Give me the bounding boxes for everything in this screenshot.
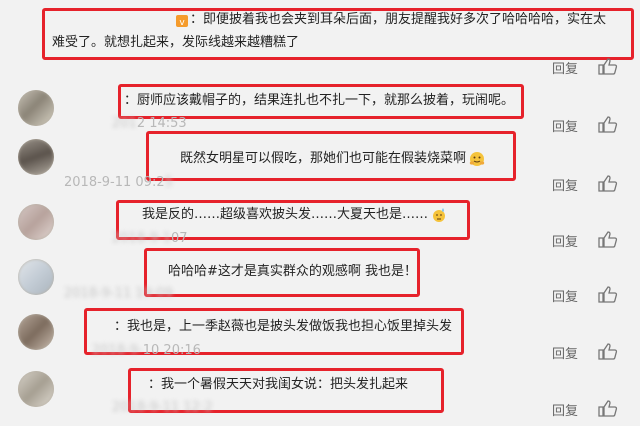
- comment-item: ：我一个暑假天天对我闺女说：把头发扎起来 2018-9-11 12:2 回复: [0, 368, 640, 426]
- avatar[interactable]: [18, 139, 54, 175]
- comment-text: ：我也是，上一季赵薇也是披头发做饭我也担心饭里掉头发: [114, 319, 453, 334]
- avatar[interactable]: [18, 371, 54, 407]
- comment-text: 我是反的……超级喜欢披头发……大夏天也是……: [142, 205, 447, 225]
- comment-text: v ：即便披着我也会夹到耳朵后面，朋友提醒我好多次了哈哈哈哈，实在太: [176, 10, 606, 30]
- sweat-face-icon: [431, 207, 447, 223]
- comment-item: 我是反的……超级喜欢披头发……大夏天也是…… 2018-9-107 回复: [0, 194, 640, 253]
- reply-link[interactable]: 回复: [552, 343, 578, 362]
- thumbs-up-icon[interactable]: [598, 175, 618, 192]
- thumbs-up-icon[interactable]: [598, 58, 618, 75]
- avatar[interactable]: [18, 204, 54, 240]
- reply-link[interactable]: 回复: [552, 116, 578, 135]
- comment-text: ：我一个暑假天天对我闺女说：把头发扎起来: [148, 377, 409, 392]
- comment-time: 2018-9-11 09:25: [64, 175, 173, 190]
- comment-time: 2018-9-11 12:2: [112, 400, 213, 415]
- avatar[interactable]: [18, 259, 54, 295]
- comment-text: ：厨师应该戴帽子的，结果连扎也不扎一下，就那么披着，玩闹呢。: [124, 93, 515, 108]
- comment-item: ：我也是，上一季赵薇也是披头发做饭我也担心饭里掉头发 2018-9-10 20:…: [0, 308, 640, 371]
- thumbs-up-icon[interactable]: [598, 400, 618, 417]
- comment-text: 既然女明星可以假吃，那她们也可能在假装烧菜啊: [180, 149, 485, 169]
- reply-link[interactable]: 回复: [552, 400, 578, 419]
- vip-badge-icon: v: [176, 14, 188, 28]
- comment-time: 2018-9-11 19:09: [64, 286, 173, 301]
- comment-item: ：厨师应该戴帽子的，结果连扎也不扎一下，就那么披着，玩闹呢。 2012 14:5…: [0, 76, 640, 135]
- reply-link[interactable]: 回复: [552, 231, 578, 250]
- hugging-face-icon: [469, 151, 485, 167]
- comment-text: 哈哈哈#这才是真实群众的观感啊 我也是！: [168, 264, 418, 279]
- thumbs-up-icon[interactable]: [598, 116, 618, 133]
- avatar[interactable]: [18, 314, 54, 350]
- reply-link[interactable]: 回复: [552, 286, 578, 305]
- comment-item: 既然女明星可以假吃，那她们也可能在假装烧菜啊 2018-9-11 09:25 回…: [0, 131, 640, 194]
- comment-item: 哈哈哈#这才是真实群众的观感啊 我也是！ 2018-9-11 19:09 回复: [0, 248, 640, 312]
- comment-item: v ：即便披着我也会夹到耳朵后面，朋友提醒我好多次了哈哈哈哈，实在太 难受了。就…: [0, 0, 640, 77]
- reply-link[interactable]: 回复: [552, 58, 578, 77]
- thumbs-up-icon[interactable]: [598, 286, 618, 303]
- svg-text:v: v: [179, 18, 185, 27]
- avatar[interactable]: [18, 90, 54, 126]
- comment-time: 2018-9-10 20:16: [92, 343, 201, 358]
- thumbs-up-icon[interactable]: [598, 343, 618, 360]
- reply-link[interactable]: 回复: [552, 175, 578, 194]
- thumbs-up-icon[interactable]: [598, 231, 618, 248]
- comment-time: 2012 14:53: [112, 116, 187, 131]
- comment-text-line2: 难受了。就想扎起来，发际线越来越糟糕了: [52, 35, 300, 50]
- comment-time: 2018-9-107: [112, 231, 188, 246]
